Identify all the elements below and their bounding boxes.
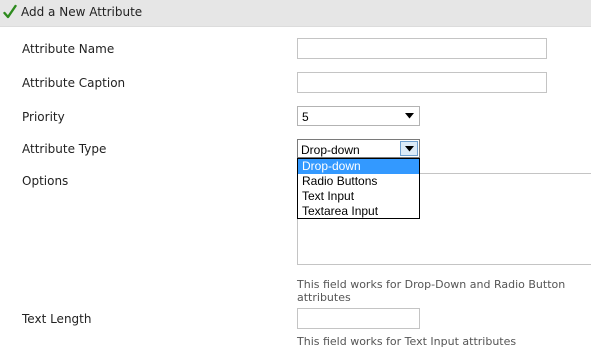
priority-value: 5 — [302, 110, 309, 124]
priority-label: Priority — [22, 110, 65, 124]
form-header: Add a New Attribute — [0, 0, 591, 27]
text-length-label: Text Length — [22, 312, 92, 326]
text-length-help-text: This field works for Text Input attribut… — [297, 335, 517, 348]
attribute-type-select[interactable]: Drop-down — [297, 139, 420, 158]
check-icon — [3, 4, 17, 19]
text-length-input[interactable] — [297, 308, 420, 329]
attribute-type-value: Drop-down — [301, 143, 360, 157]
attribute-name-input[interactable] — [297, 38, 547, 59]
form-title: Add a New Attribute — [21, 5, 143, 19]
options-help-text: This field works for Drop-Down and Radio… — [297, 278, 566, 304]
attribute-name-label: Attribute Name — [22, 42, 115, 56]
priority-select[interactable]: 5 — [297, 106, 420, 126]
options-label: Options — [22, 174, 69, 188]
attribute-caption-input[interactable] — [297, 72, 547, 93]
chevron-down-icon — [405, 113, 414, 119]
attribute-type-label: Attribute Type — [22, 142, 107, 156]
attribute-caption-label: Attribute Caption — [22, 76, 126, 90]
attribute-type-dropdown-list: Drop-down Radio Buttons Text Input Texta… — [297, 158, 420, 219]
dropdown-option[interactable]: Text Input — [298, 189, 419, 204]
dropdown-option[interactable]: Radio Buttons — [298, 174, 419, 189]
dropdown-option[interactable]: Drop-down — [298, 159, 419, 174]
chevron-down-icon — [405, 146, 414, 152]
attribute-type-dropdown-button[interactable] — [400, 141, 418, 156]
dropdown-option[interactable]: Textarea Input — [298, 204, 419, 219]
